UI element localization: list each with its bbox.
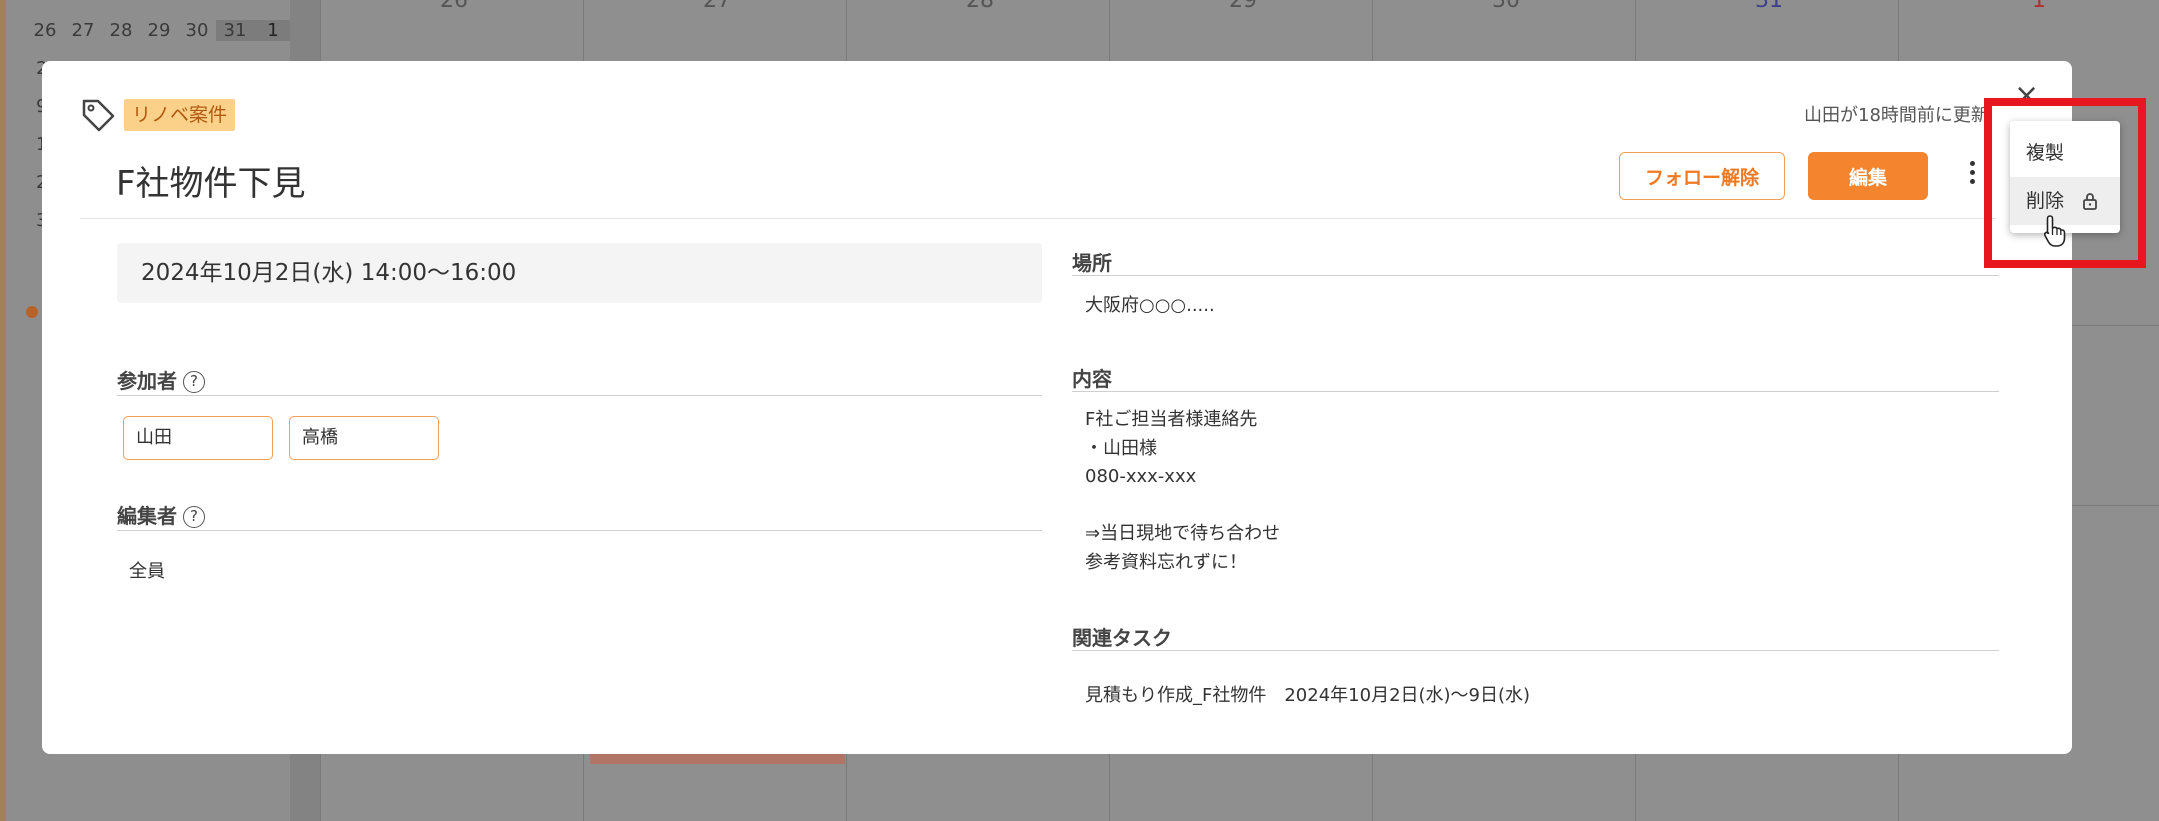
day-number: 29 (1229, 0, 1257, 13)
mini-day[interactable]: 30 (178, 20, 216, 41)
event-datetime: 2024年10月2日(水) 14:00〜16:00 (117, 243, 1042, 303)
more-options-icon[interactable] (1966, 161, 1978, 191)
hand-cursor-icon (2043, 215, 2066, 247)
mini-day[interactable]: 1 (254, 20, 292, 41)
content-heading: 内容 (1072, 367, 1112, 391)
event-title: F社物件下見 (116, 164, 306, 204)
editors-value: 全員 (129, 561, 165, 582)
updated-info: 山田が18時間前に更新 (1804, 105, 1989, 126)
day-number: 27 (703, 0, 731, 13)
mini-day[interactable]: 27 (64, 20, 102, 41)
day-number: 26 (440, 0, 468, 13)
mini-day[interactable]: 31 (216, 20, 254, 41)
help-icon[interactable]: ? (183, 371, 205, 393)
mini-day[interactable]: 29 (140, 20, 178, 41)
day-number: 28 (966, 0, 994, 13)
calendar-color-dot (26, 306, 38, 318)
participants-heading-label: 参加者 (117, 369, 177, 393)
tag-icon (82, 99, 115, 132)
location-heading: 場所 (1072, 251, 1112, 275)
content-line: 080-xxx-xxx (1085, 466, 1197, 488)
location-value: 大阪府○○○..... (1085, 295, 1215, 316)
content-body: F社ご担当者様連絡先 ・山田様 080-xxx-xxx ⇒当日現地で待ち合わせ 参考資料… (1085, 406, 1280, 578)
edit-button[interactable]: 編集 (1808, 152, 1928, 200)
related-task-link[interactable]: 見積もり作成_F社物件 2024年10月2日(水)〜9日(水) (1085, 681, 1530, 707)
unfollow-button[interactable]: フォロー解除 (1619, 152, 1785, 200)
category-tag[interactable]: リノベ案件 (124, 99, 236, 131)
mini-day[interactable]: 26 (26, 20, 64, 41)
event-detail-modal: リノベ案件 F社物件下見 山田が18時間前に更新 × フォロー解除 編集 202… (42, 61, 2072, 754)
content-line: ⇒当日現地で待ち合わせ (1085, 523, 1281, 545)
participant-chip[interactable]: 高橋 (289, 416, 439, 460)
editors-heading-label: 編集者 (117, 504, 177, 528)
content-line (1085, 492, 1280, 521)
content-line: F社ご担当者様連絡先 (1085, 409, 1258, 430)
day-number: 1 (2032, 0, 2046, 13)
header-divider (80, 218, 1996, 219)
content-line: ・山田様 (1085, 437, 1157, 459)
content-line: 参考資料忘れずに！ (1085, 551, 1247, 573)
mini-calendar-row: 26 27 28 29 30 31 1 (26, 20, 292, 41)
day-number: 31 (1755, 0, 1783, 13)
day-number: 30 (1492, 0, 1520, 13)
participants-heading: 参加者? (117, 365, 205, 394)
participant-chip[interactable]: 山田 (123, 416, 273, 460)
help-icon[interactable]: ? (183, 506, 205, 528)
editors-heading: 編集者? (117, 500, 205, 529)
related-tasks-heading: 関連タスク (1072, 626, 1172, 650)
mini-day[interactable]: 28 (102, 20, 140, 41)
